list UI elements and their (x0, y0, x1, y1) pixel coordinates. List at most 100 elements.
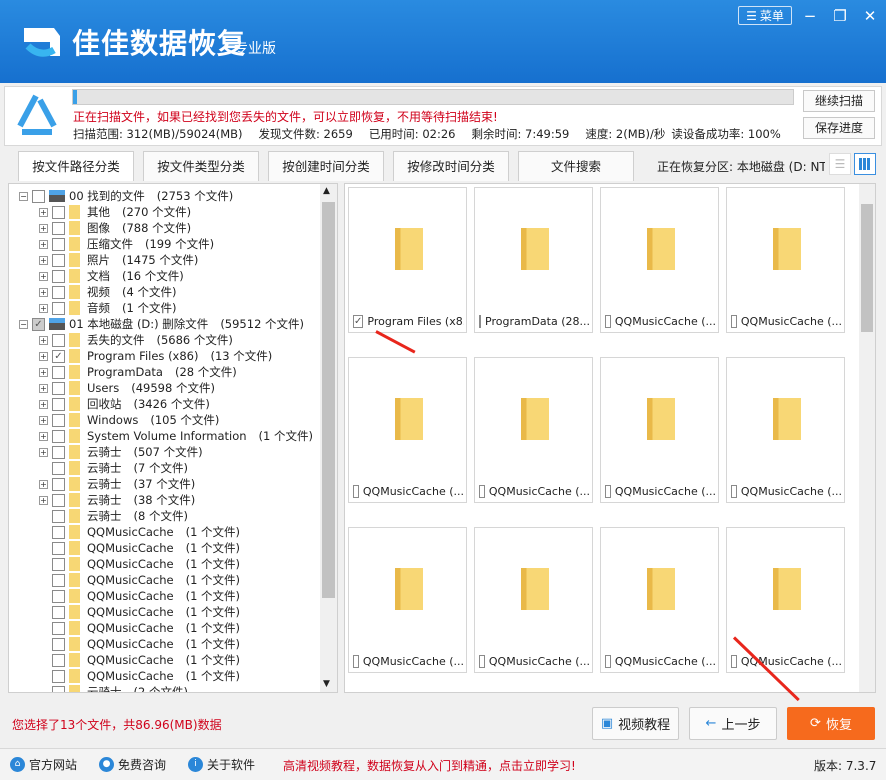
expand-icon[interactable] (39, 544, 48, 553)
expand-icon[interactable] (39, 560, 48, 569)
file-tile[interactable]: QQMusicCache (... (600, 357, 719, 503)
tree-item[interactable]: + 压缩文件 (199 个文件) (39, 236, 214, 252)
back-button[interactable]: ← 上一步 (689, 707, 777, 740)
tree-checkbox[interactable] (32, 189, 45, 203)
tab-by-created[interactable]: 按创建时间分类 (268, 151, 384, 181)
tree-item[interactable]: − ✓ 01 本地磁盘 (D:) 删除文件 (59512 个文件) (19, 316, 304, 332)
scroll-down-icon[interactable]: ▼ (323, 679, 330, 689)
menu-button[interactable]: ☰ 菜单 (738, 6, 792, 25)
tree-item[interactable]: QQMusicCache (1 个文件) (39, 620, 240, 636)
tile-checkbox[interactable] (605, 315, 611, 328)
tree-item[interactable]: QQMusicCache (1 个文件) (39, 636, 240, 652)
tree-scroll-thumb[interactable] (322, 202, 335, 598)
tree-checkbox[interactable] (52, 493, 65, 507)
file-tile[interactable]: ✓ Program Files (x8... (348, 187, 467, 333)
tree-item[interactable]: + 视频 (4 个文件) (39, 284, 176, 300)
tree-item[interactable]: QQMusicCache (1 个文件) (39, 652, 240, 668)
tree-checkbox[interactable] (52, 381, 65, 395)
tree-checkbox[interactable] (52, 573, 65, 587)
file-tile[interactable]: QQMusicCache (... (600, 527, 719, 673)
tree-item[interactable]: 云骑士 (2 个文件) (39, 684, 188, 693)
expand-icon[interactable]: + (39, 287, 48, 297)
website-link[interactable]: ⌂ 官方网站 (10, 756, 77, 773)
tree-checkbox[interactable] (52, 253, 65, 267)
tree-checkbox[interactable] (52, 589, 65, 603)
expand-icon[interactable]: + (39, 415, 48, 425)
tree-item[interactable]: 云骑士 (7 个文件) (39, 460, 188, 476)
grid-view-button[interactable] (854, 153, 876, 175)
minimize-button[interactable]: − (798, 6, 822, 26)
tree-item[interactable]: QQMusicCache (1 个文件) (39, 540, 240, 556)
tree-item[interactable]: + 丢失的文件 (5686 个文件) (39, 332, 233, 348)
tree-item[interactable]: + 其他 (270 个文件) (39, 204, 191, 220)
tree-item[interactable]: − 00 找到的文件 (2753 个文件) (19, 188, 233, 204)
expand-icon[interactable] (39, 576, 48, 585)
tree-item[interactable]: + ✓ Program Files (x86) (13 个文件) (39, 348, 272, 364)
expand-icon[interactable] (39, 464, 48, 473)
expand-icon[interactable]: + (39, 239, 48, 249)
tree-checkbox[interactable] (52, 221, 65, 235)
file-tile[interactable]: QQMusicCache (... (474, 527, 593, 673)
tree-item[interactable]: + 音频 (1 个文件) (39, 300, 176, 316)
expand-icon[interactable]: + (39, 335, 48, 345)
continue-scan-button[interactable]: 继续扫描 (803, 90, 875, 112)
tree-item[interactable]: + 云骑士 (507 个文件) (39, 444, 203, 460)
tile-checkbox[interactable] (479, 485, 485, 498)
about-link[interactable]: i 关于软件 (188, 756, 255, 773)
tree-item[interactable]: QQMusicCache (1 个文件) (39, 556, 240, 572)
expand-icon[interactable] (39, 528, 48, 537)
file-tile[interactable]: QQMusicCache (... (726, 527, 845, 673)
expand-icon[interactable]: + (39, 351, 48, 361)
file-tile[interactable]: QQMusicCache (... (348, 357, 467, 503)
tree-checkbox[interactable]: ✓ (52, 349, 65, 363)
tree-checkbox[interactable] (52, 653, 65, 667)
expand-icon[interactable]: + (39, 303, 48, 313)
file-tile[interactable]: QQMusicCache (... (600, 187, 719, 333)
tree-checkbox[interactable] (52, 365, 65, 379)
grid-scroll-thumb[interactable] (861, 204, 873, 332)
expand-icon[interactable] (39, 672, 48, 681)
tab-by-type[interactable]: 按文件类型分类 (143, 151, 259, 181)
tree-checkbox[interactable] (52, 301, 65, 315)
tab-by-path[interactable]: 按文件路径分类 (18, 151, 134, 181)
tree-checkbox[interactable] (52, 541, 65, 555)
promo-link[interactable]: 高清视频教程，数据恢复从入门到精通，点击立即学习! (283, 757, 576, 774)
tree-item[interactable]: + 回收站 (3426 个文件) (39, 396, 210, 412)
tree-checkbox[interactable] (52, 461, 65, 475)
tree-checkbox[interactable] (52, 413, 65, 427)
tree-item[interactable]: + 云骑士 (37 个文件) (39, 476, 195, 492)
expand-icon[interactable] (39, 624, 48, 633)
tree-item[interactable]: + 文档 (16 个文件) (39, 268, 184, 284)
tile-checkbox[interactable] (479, 315, 482, 328)
tree-item[interactable]: + 云骑士 (38 个文件) (39, 492, 195, 508)
tile-checkbox[interactable] (353, 485, 359, 498)
tree-checkbox[interactable] (52, 205, 65, 219)
tree-item[interactable]: + Users (49598 个文件) (39, 380, 215, 396)
expand-icon[interactable]: + (39, 255, 48, 265)
expand-icon[interactable]: + (39, 399, 48, 409)
expand-icon[interactable] (39, 608, 48, 617)
expand-icon[interactable] (39, 512, 48, 521)
maximize-button[interactable]: ❐ (828, 6, 852, 26)
tree-item[interactable]: QQMusicCache (1 个文件) (39, 668, 240, 684)
collapse-icon[interactable]: − (19, 191, 28, 201)
tree-item[interactable]: QQMusicCache (1 个文件) (39, 588, 240, 604)
tile-checkbox[interactable] (731, 315, 737, 328)
tree-item[interactable]: + 图像 (788 个文件) (39, 220, 191, 236)
file-tile[interactable]: ProgramData (28... (474, 187, 593, 333)
tree-checkbox[interactable] (52, 621, 65, 635)
expand-icon[interactable] (39, 640, 48, 649)
collapse-icon[interactable]: − (19, 319, 28, 329)
recover-button[interactable]: ⟳ 恢复 (787, 707, 875, 740)
tree-item[interactable]: QQMusicCache (1 个文件) (39, 524, 240, 540)
expand-icon[interactable]: + (39, 431, 48, 441)
tree-checkbox[interactable] (52, 669, 65, 683)
list-view-button[interactable]: ☰ (829, 153, 851, 175)
expand-icon[interactable] (39, 688, 48, 693)
tree-checkbox[interactable] (52, 269, 65, 283)
expand-icon[interactable]: + (39, 207, 48, 217)
tree-checkbox[interactable] (52, 685, 65, 692)
expand-icon[interactable]: + (39, 447, 48, 457)
tree-item[interactable]: + Windows (105 个文件) (39, 412, 219, 428)
tile-checkbox[interactable] (605, 655, 611, 668)
